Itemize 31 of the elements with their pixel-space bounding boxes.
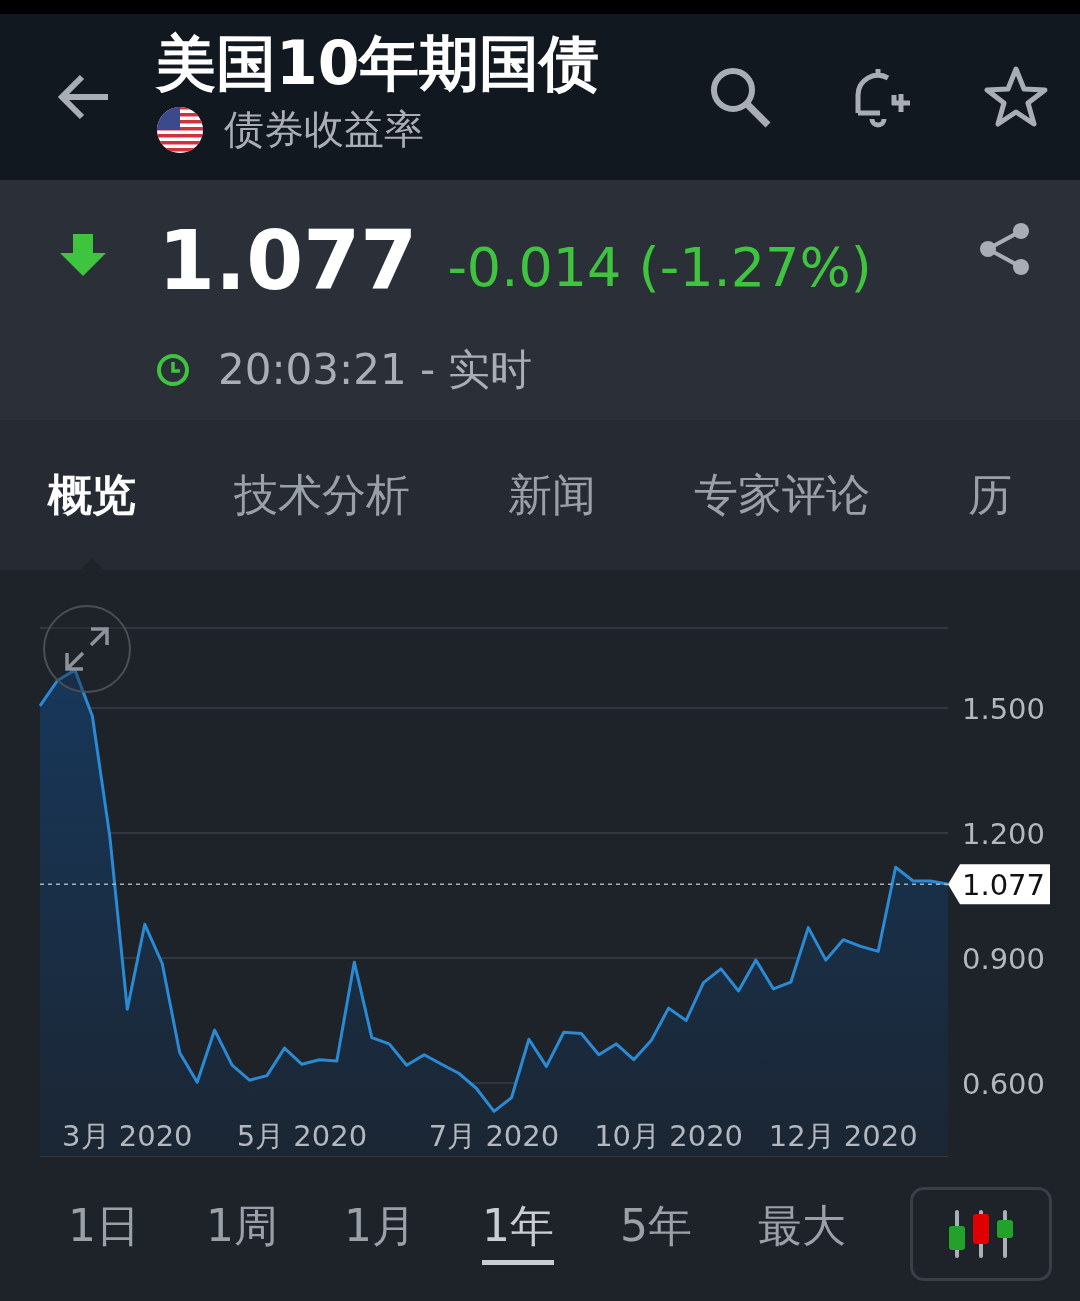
update-time: 20:03:21 - 实时 [218,344,533,396]
expand-icon [63,625,111,673]
axis-label: 10月 2020 [594,1119,744,1153]
tab[interactable]: 新闻 [508,420,596,570]
range-tab[interactable]: 5年 [620,1195,758,1272]
range-tab[interactable]: 1日 [68,1195,206,1272]
price: 1.077 [158,220,418,302]
range-tab[interactable]: 1年 [482,1195,620,1272]
tab[interactable]: 概览 [48,420,136,570]
page-title: 美国10年期国债 [156,29,601,98]
axis-label: 12月 2020 [768,1119,918,1153]
price-tag: 1.077 [948,864,1050,905]
range-tab[interactable]: 最大 [758,1195,896,1272]
range-tab[interactable]: 1周 [206,1195,344,1272]
tab[interactable]: 历 [968,420,1012,570]
axis-label: 0.900 [962,942,1046,977]
clock-icon [156,353,190,387]
axis-label: 5月 2020 [236,1119,368,1153]
axis-label: 1.200 [962,817,1046,852]
candlestick-icon [946,1207,1016,1260]
candlestick-button[interactable] [910,1186,1052,1281]
axis-label: 0.600 [962,1067,1046,1102]
tab[interactable]: 专家评论 [694,420,870,570]
range-tab[interactable]: 1月 [344,1195,482,1272]
ref-line-label: 1.077 [962,868,1046,903]
price-change: -0.014 (-1.27%) [447,241,873,295]
tab[interactable]: 技术分析 [234,420,410,570]
axis-label: 7月 2020 [428,1119,560,1153]
axis-label: 3月 2020 [62,1119,193,1153]
axis-label: 1.500 [962,692,1046,726]
subtitle: 债券收益率 [224,105,424,154]
